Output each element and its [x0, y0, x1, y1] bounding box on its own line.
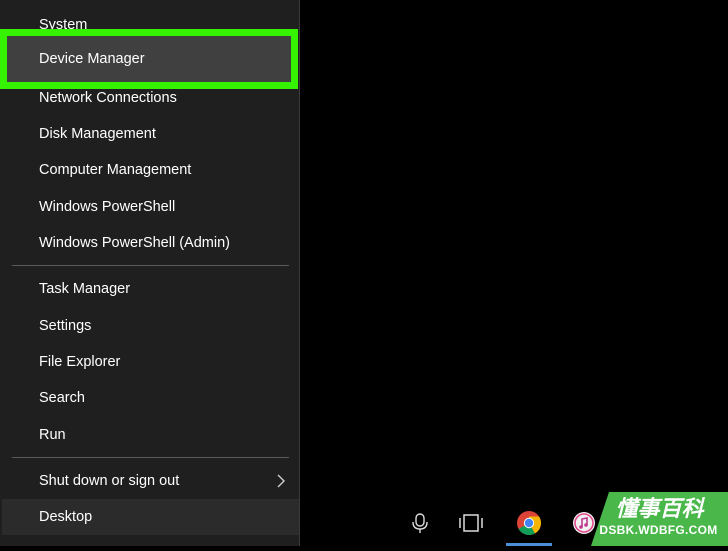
menu-item-search[interactable]: Search: [2, 380, 299, 416]
watermark-title: 懂事百科: [615, 497, 704, 522]
power-user-menu: System Device Manager Network Connection…: [0, 0, 300, 546]
chrome-icon: [506, 511, 552, 546]
menu-item-windows-powershell-admin[interactable]: Windows PowerShell (Admin): [2, 225, 299, 261]
menu-item-disk-management[interactable]: Disk Management: [2, 116, 299, 152]
watermark: 懂事百科 DSBK.WDBFG.COM: [591, 489, 728, 546]
menu-separator: [12, 457, 289, 458]
menu-item-desktop[interactable]: Desktop: [2, 499, 299, 535]
menu-item-shut-down-label: Shut down or sign out: [39, 473, 180, 489]
menu-item-network-connections[interactable]: Network Connections: [2, 80, 299, 116]
menu-item-task-manager[interactable]: Task Manager: [2, 271, 299, 307]
menu-item-computer-management[interactable]: Computer Management: [2, 152, 299, 188]
menu-item-shut-down[interactable]: Shut down or sign out: [2, 463, 299, 499]
menu-item-file-explorer[interactable]: File Explorer: [2, 344, 299, 380]
menu-item-run[interactable]: Run: [2, 417, 299, 453]
menu-item-settings[interactable]: Settings: [2, 308, 299, 344]
menu-item-windows-powershell[interactable]: Windows PowerShell: [2, 189, 299, 225]
menu-separator: [12, 265, 289, 266]
watermark-domain: DSBK.WDBFG.COM: [599, 523, 718, 537]
chevron-right-icon: [277, 474, 285, 488]
microphone-icon[interactable]: [410, 512, 430, 534]
task-view-icon[interactable]: [458, 513, 484, 533]
chrome-taskbar-button[interactable]: [506, 504, 552, 546]
